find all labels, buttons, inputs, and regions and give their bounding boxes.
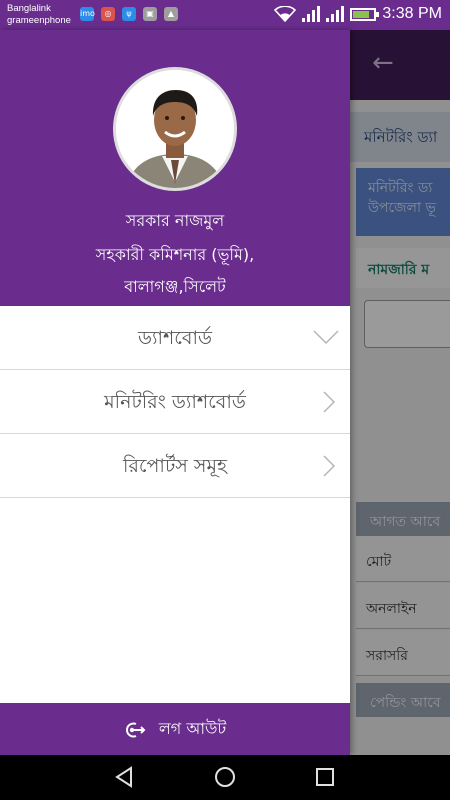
clock: 3:38 PM — [382, 5, 442, 22]
drawer-header: সরকার নাজমুল সহকারী কমিশনার (ভূমি), বালা… — [0, 30, 350, 306]
carrier-primary: Banglalink — [7, 3, 51, 14]
image-icon: ▣ — [143, 7, 157, 21]
battery-icon — [350, 7, 380, 21]
menu-item-monitoring-dashboard[interactable]: মনিটরিং ড্যাশবোর্ড — [0, 370, 350, 434]
menu-item-reports[interactable]: রিপোর্টস সমূহ — [0, 434, 350, 498]
menu-item-label: রিপোর্টস সমূহ — [123, 455, 227, 477]
carrier-secondary: grameenphone — [7, 15, 71, 26]
chevron-down-icon — [313, 330, 339, 345]
carrier-info: Banglalink grameenphone — [7, 3, 71, 27]
signal-icon-2 — [326, 6, 345, 22]
logout-button[interactable]: লগ আউট — [0, 703, 350, 755]
status-bar: Banglalink grameenphone imo ◎ ψ ▣ ▲ 3:38… — [0, 0, 450, 30]
logout-icon — [125, 722, 146, 737]
warning-icon: ▲ — [164, 7, 178, 21]
menu-item-label: মনিটরিং ড্যাশবোর্ড — [104, 391, 246, 413]
status-right: 3:38 PM — [274, 5, 442, 23]
usb-icon: ψ — [122, 7, 136, 21]
chevron-right-icon — [323, 455, 336, 477]
profile-photo — [116, 70, 234, 188]
logout-label: লগ আউট — [158, 719, 227, 738]
user-location: বালাগঞ্জ,সিলেট — [124, 277, 226, 296]
system-nav-bar — [0, 755, 450, 800]
signal-icon — [302, 6, 321, 22]
menu-item-label: ড্যাশবোর্ড — [138, 327, 212, 349]
menu-item-dashboard[interactable]: ড্যাশবোর্ড — [0, 306, 350, 370]
home-icon[interactable] — [214, 766, 236, 788]
recents-icon[interactable] — [314, 766, 336, 788]
user-designation: সহকারী কমিশনার (ভূমি), — [95, 245, 255, 264]
instagram-icon: ◎ — [101, 7, 115, 21]
notification-icons: imo ◎ ψ ▣ ▲ — [80, 7, 178, 21]
back-icon[interactable] — [113, 766, 135, 788]
wifi-icon — [274, 6, 297, 22]
navigation-drawer: সরকার নাজমুল সহকারী কমিশনার (ভূমি), বালা… — [0, 30, 350, 755]
drawer-scrim[interactable] — [350, 30, 450, 755]
avatar — [113, 67, 237, 191]
imo-icon: imo — [80, 7, 95, 21]
user-name: সরকার নাজমুল — [125, 211, 225, 230]
chevron-right-icon — [323, 391, 336, 413]
